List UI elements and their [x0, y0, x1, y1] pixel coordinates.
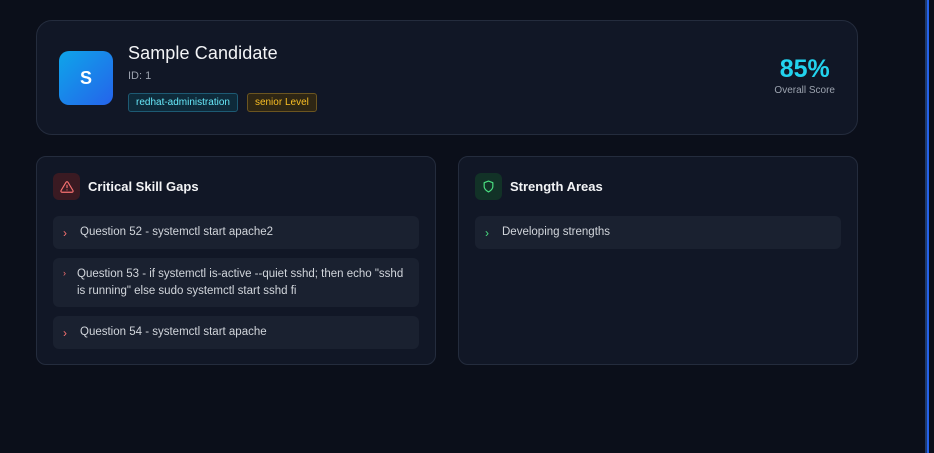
- skill-gap-list: › Question 52 - systemctl start apache2 …: [53, 216, 419, 358]
- list-item-text: Developing strengths: [502, 226, 611, 238]
- strength-list: › Developing strengths: [475, 216, 841, 258]
- chevron-right-icon: ›: [63, 268, 66, 278]
- list-item-text: Question 53 - if systemctl is-active --q…: [77, 268, 404, 297]
- chevron-right-icon: ›: [63, 225, 67, 240]
- alert-triangle-icon: [53, 173, 80, 200]
- list-item-text: Question 52 - systemctl start apache2: [80, 226, 274, 238]
- skill-tag: redhat-administration: [128, 93, 238, 112]
- panel-header: Critical Skill Gaps: [53, 173, 199, 200]
- candidate-id: ID: 1: [128, 70, 152, 82]
- candidate-profile-card: S Sample Candidate ID: 1 redhat-administ…: [36, 20, 858, 135]
- list-item[interactable]: › Question 53 - if systemctl is-active -…: [53, 258, 419, 307]
- candidate-report-page: S Sample Candidate ID: 1 redhat-administ…: [0, 0, 934, 453]
- panel-title: Strength Areas: [510, 179, 603, 194]
- score-label: Overall Score: [774, 85, 835, 96]
- level-tag: senior Level: [246, 93, 317, 112]
- score-value: 85%: [779, 55, 830, 83]
- candidate-name: Sample Candidate: [128, 43, 278, 63]
- list-item[interactable]: › Question 52 - systemctl start apache2: [53, 216, 419, 249]
- shield-icon: [475, 173, 502, 200]
- chevron-right-icon: ›: [63, 325, 67, 340]
- panel-header: Strength Areas: [475, 173, 603, 200]
- strength-areas-panel: Strength Areas › Developing strengths: [458, 156, 858, 365]
- panel-title: Critical Skill Gaps: [88, 179, 199, 194]
- critical-skill-gaps-panel: Critical Skill Gaps › Question 52 - syst…: [36, 156, 436, 365]
- list-item[interactable]: › Developing strengths: [475, 216, 841, 249]
- list-item-text: Question 54 - systemctl start apache: [80, 326, 267, 338]
- list-item[interactable]: › Question 54 - systemctl start apache: [53, 316, 419, 349]
- avatar: S: [59, 51, 113, 105]
- chevron-right-icon: ›: [485, 225, 489, 240]
- candidate-tags: redhat-administration senior Level: [128, 93, 317, 112]
- window-edge: [925, 0, 934, 453]
- overall-score: 85% Overall Score: [774, 55, 835, 96]
